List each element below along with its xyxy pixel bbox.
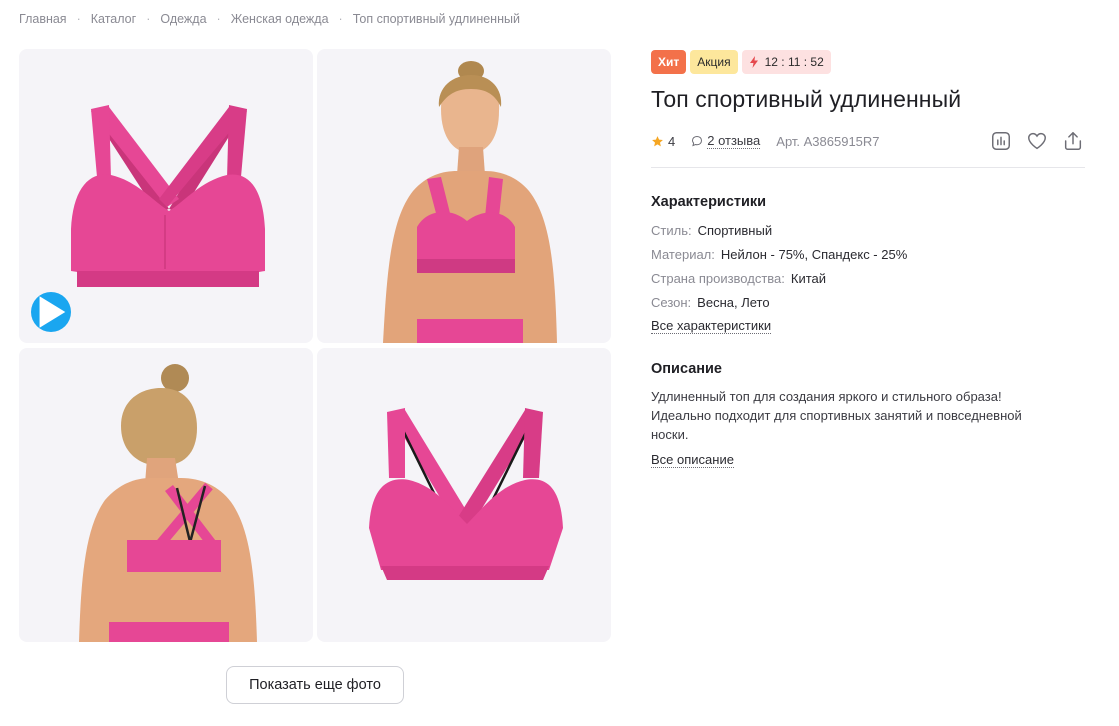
breadcrumb-separator: · [216, 12, 221, 26]
star-icon [652, 135, 663, 146]
product-photo-model-back[interactable] [19, 348, 313, 642]
spec-row: Стиль: Спортивный [651, 218, 1085, 242]
play-icon [39, 296, 66, 328]
share-button[interactable] [1061, 129, 1085, 153]
spec-value: Китай [790, 270, 827, 286]
model-back-image [79, 364, 257, 642]
description-text: Удлиненный топ для создания яркого и сти… [651, 389, 1022, 442]
product-title: Топ спортивный удлиненный [651, 86, 962, 112]
breadcrumb-current: Топ спортивный удлиненный [352, 12, 520, 26]
reviews-link[interactable]: 2 отзыва [691, 132, 761, 149]
product-actions [989, 129, 1085, 153]
spec-row: Материал: Нейлон - 75%, Спандекс - 25% [651, 242, 1085, 266]
rating: 4 [651, 134, 675, 149]
spec-key: Стиль: [651, 222, 692, 238]
favorite-button[interactable] [1025, 129, 1049, 153]
breadcrumb-separator: · [76, 12, 81, 26]
breadcrumb-catalog[interactable]: Каталог [91, 12, 136, 26]
timer-value: 12 : 11 : 52 [764, 55, 824, 69]
product-photo-back[interactable] [317, 348, 611, 642]
show-more-photos-button[interactable]: Показать еще фото [226, 666, 404, 704]
description-title: Описание [651, 361, 722, 377]
specs-title: Характеристики [651, 194, 767, 210]
spec-row: Сезон: Весна, Лето [651, 290, 1085, 314]
comment-icon [692, 135, 703, 147]
breadcrumb-home[interactable]: Главная [19, 12, 67, 26]
breadcrumb-separator: · [146, 12, 151, 26]
rating-value: 4 [668, 133, 676, 149]
product-meta: 4 2 отзыва Арт. A3865915R7 [651, 130, 1085, 152]
specs-list: Стиль: Спортивный Материал: Нейлон - 75%… [651, 218, 1085, 314]
spec-value: Спортивный [697, 222, 773, 238]
compare-button[interactable] [989, 129, 1013, 153]
model-front-image [383, 61, 557, 343]
spec-key: Сезон: [651, 294, 692, 310]
hit-badge: Хит [651, 50, 687, 74]
share-icon [1064, 132, 1082, 150]
product-info: Хит Акция 12 : 11 : 52 Топ спортивный уд… [651, 50, 1085, 469]
product-gallery [19, 49, 611, 642]
all-description-link[interactable]: Все описание [651, 452, 734, 468]
breadcrumb-womens-clothing[interactable]: Женская одежда [231, 12, 329, 26]
breadcrumb-clothing[interactable]: Одежда [160, 12, 206, 26]
timer-badge: 12 : 11 : 52 [741, 50, 831, 74]
reviews-count: 2 отзыва [707, 132, 761, 149]
all-specs-link[interactable]: Все характеристики [651, 318, 772, 334]
divider [651, 167, 1085, 168]
sale-badge: Акция [690, 50, 738, 74]
spec-key: Страна производства: [651, 270, 785, 286]
breadcrumb: Главная · Каталог · Одежда · Женская оде… [19, 10, 520, 28]
spec-key: Материал: [651, 246, 715, 262]
spec-value: Нейлон - 75%, Спандекс - 25% [720, 246, 908, 262]
product-photo-model-front[interactable] [317, 49, 611, 343]
heart-icon [1028, 132, 1046, 150]
lightning-icon [749, 56, 758, 68]
sports-bra-back-image [369, 408, 563, 580]
product-sku: Арт. A3865915R7 [776, 133, 880, 149]
product-photo-front[interactable] [19, 49, 313, 343]
compare-icon [992, 132, 1010, 150]
spec-row: Страна производства: Китай [651, 266, 1085, 290]
badges: Хит Акция 12 : 11 : 52 [651, 50, 1085, 74]
play-video-button[interactable] [31, 292, 71, 332]
breadcrumb-separator: · [338, 12, 343, 26]
spec-value: Весна, Лето [697, 294, 770, 310]
